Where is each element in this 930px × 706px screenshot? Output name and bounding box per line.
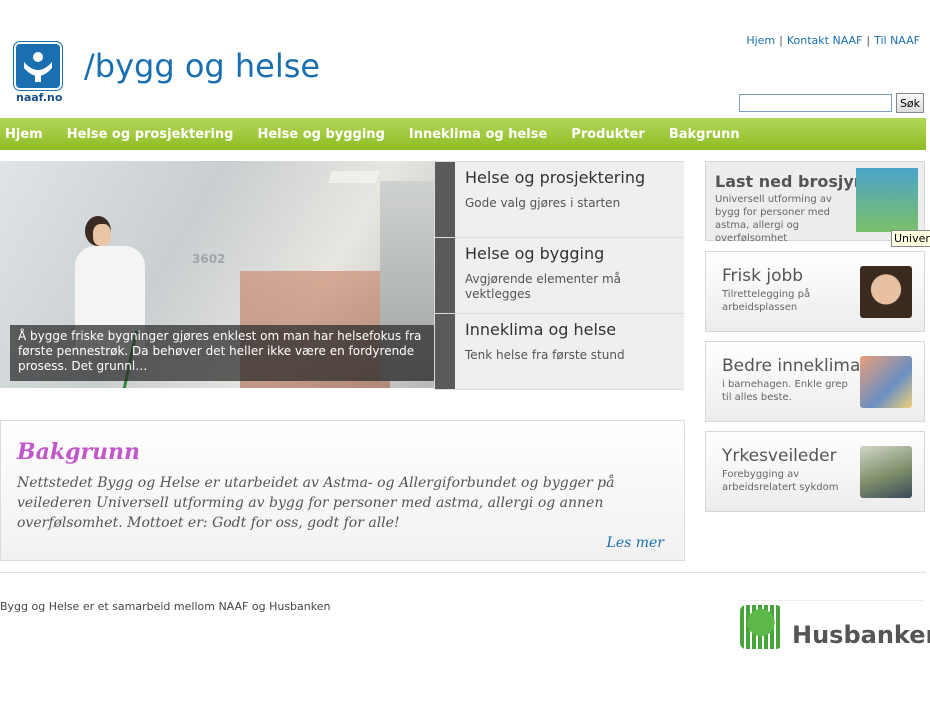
hero-tab-inneklima[interactable]: Inneklima og helse Tenk helse fra første…: [435, 314, 684, 390]
bakgrunn-title[interactable]: Bakgrunn: [17, 439, 140, 465]
side-box-desc: Forebygging av arbeidsrelatert sykdom: [722, 469, 839, 493]
side-box-desc: i barnehagen. Enkle grep til alles beste…: [722, 379, 848, 403]
hero-tab-desc: Gode valg gjøres i starten: [465, 196, 621, 210]
woman-portrait-icon: [860, 266, 912, 318]
workers-photo-icon: [860, 446, 912, 498]
nav-helse-bygging[interactable]: Helse og bygging: [245, 127, 396, 142]
search-input[interactable]: [739, 94, 892, 112]
nav-inneklima[interactable]: Inneklima og helse: [397, 127, 559, 142]
hero-tab-title: Helse og prosjektering: [465, 168, 646, 187]
bakgrunn-box: Bakgrunn Nettstedet Bygg og Helse er uta…: [0, 420, 685, 561]
top-links: Hjem | Kontakt NAAF | Til NAAF: [746, 34, 920, 47]
nav-hjem[interactable]: Hjem: [0, 127, 55, 142]
hero-tab-title: Helse og bygging: [465, 244, 605, 263]
side-box-brosjyre[interactable]: Last ned brosjyre Universell utforming a…: [705, 161, 925, 244]
nav-produkter[interactable]: Produkter: [559, 127, 657, 142]
side-box-title: Bedre inneklima: [722, 356, 861, 376]
site-title[interactable]: /bygg og helse: [84, 47, 320, 85]
hero-tab-title: Inneklima og helse: [465, 320, 617, 339]
hero-tab-desc: Tenk helse fra første stund: [465, 348, 625, 362]
toplink-kontakt[interactable]: Kontakt NAAF: [787, 34, 863, 47]
side-box-desc: Universell utforming av bygg for persone…: [715, 194, 832, 244]
side-box-title: Last ned brosjyre: [715, 172, 873, 191]
logo-text[interactable]: naaf.no: [16, 91, 62, 104]
children-photo-icon: [860, 356, 912, 408]
main-nav: Hjem Helse og prosjektering Helse og byg…: [0, 118, 926, 150]
husbanken-name: Husbanken: [792, 621, 930, 649]
les-mer-link[interactable]: Les mer: [607, 535, 664, 551]
side-box-title: Frisk jobb: [722, 266, 804, 286]
husbanken-logo[interactable]: Husbanken: [738, 600, 930, 650]
tooltip: Univers: [891, 230, 930, 247]
footer-divider: [0, 572, 926, 573]
naaf-logo-icon[interactable]: [14, 42, 62, 90]
search-button[interactable]: Søk: [896, 93, 924, 113]
side-box-yrkesveileder[interactable]: Yrkesveileder Forebygging av arbeidsrela…: [705, 431, 925, 512]
nav-bakgrunn[interactable]: Bakgrunn: [657, 127, 752, 142]
hero-tab-desc: Avgjørende elementer må vektlegges: [465, 272, 622, 301]
toplink-hjem[interactable]: Hjem: [746, 34, 775, 47]
footer-text: Bygg og Helse er et samarbeid mellom NAA…: [0, 600, 331, 613]
hero-caption[interactable]: Å bygge friske bygninger gjøres enklest …: [10, 325, 434, 381]
hero-tab-prosjektering[interactable]: Helse og prosjektering Gode valg gjøres …: [435, 162, 684, 238]
brochure-thumbnail-icon[interactable]: [856, 168, 918, 232]
nav-helse-prosjektering[interactable]: Helse og prosjektering: [55, 127, 246, 142]
hero-tab-bygging[interactable]: Helse og bygging Avgjørende elementer må…: [435, 238, 684, 314]
side-box-frisk-jobb[interactable]: Frisk jobb Tilrettelegging på arbeidspla…: [705, 251, 925, 332]
side-box-desc: Tilrettelegging på arbeidsplassen: [722, 289, 811, 313]
hero-lamp: [327, 171, 381, 183]
husbanken-mark-icon: [740, 605, 782, 649]
side-box-bedre-inneklima[interactable]: Bedre inneklima i barnehagen. Enkle grep…: [705, 341, 925, 422]
room-number: 3602: [192, 252, 226, 266]
hero-image[interactable]: 3602 Å bygge friske bygninger gjøres enk…: [0, 161, 434, 388]
toplink-til-naaf[interactable]: Til NAAF: [874, 34, 920, 47]
hero-tabs: Helse og prosjektering Gode valg gjøres …: [434, 161, 684, 390]
side-box-title: Yrkesveileder: [722, 446, 837, 466]
bakgrunn-text: Nettstedet Bygg og Helse er utarbeidet a…: [17, 475, 615, 531]
